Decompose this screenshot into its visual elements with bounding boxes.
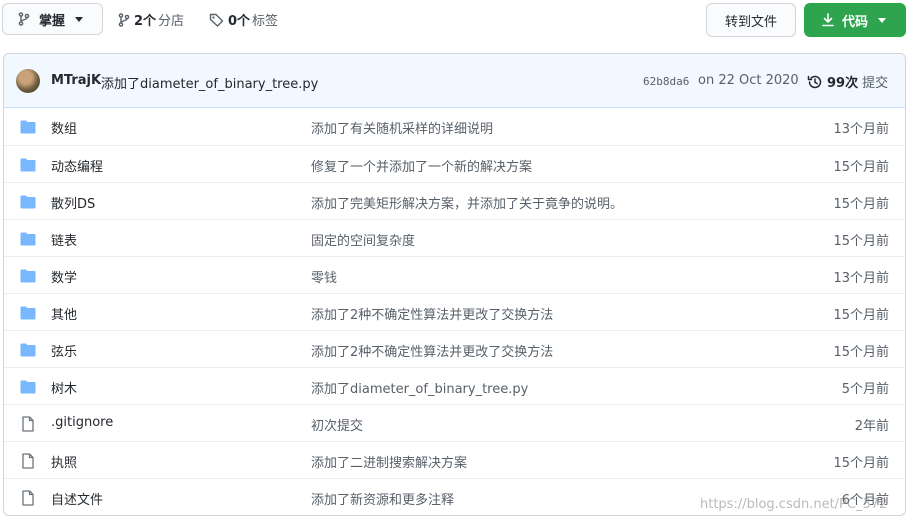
commit-date: on 22 Oct 2020 bbox=[698, 73, 799, 88]
file-commit-message-link[interactable]: 固定的空间复杂度 bbox=[311, 230, 415, 249]
tag-icon bbox=[209, 13, 224, 27]
code-label: 代码 bbox=[842, 14, 869, 30]
go-to-file-button[interactable]: 转到文件 bbox=[706, 3, 796, 37]
file-icon bbox=[20, 490, 36, 510]
file-row[interactable]: 链表 固定的空间复杂度 15个月前 bbox=[4, 219, 905, 256]
file-row[interactable]: 弦乐 添加了2种不确定性算法并更改了交换方法 15个月前 bbox=[4, 330, 905, 367]
file-name-link[interactable]: 自述文件 bbox=[51, 489, 103, 508]
file-name-link[interactable]: 执照 bbox=[51, 452, 77, 471]
branch-icon bbox=[18, 12, 30, 26]
file-name-link[interactable]: 动态编程 bbox=[51, 156, 103, 175]
file-commit-message-link[interactable]: 添加了2种不确定性算法并更改了交换方法 bbox=[311, 341, 553, 360]
chevron-down-icon bbox=[75, 16, 84, 22]
file-row[interactable]: 执照 添加了二进制搜索解决方案 15个月前 bbox=[4, 441, 905, 478]
file-row[interactable]: 数组 添加了有关随机采样的详细说明 13个月前 bbox=[4, 108, 905, 145]
file-name-link[interactable]: 其他 bbox=[51, 304, 77, 323]
file-name-link[interactable]: 数学 bbox=[51, 267, 77, 286]
file-age: 15个月前 bbox=[833, 345, 889, 360]
file-commit-message-link[interactable]: 添加了有关随机采样的详细说明 bbox=[311, 118, 493, 137]
commit-message-link[interactable]: 添加了diameter_of_binary_tree.py bbox=[101, 73, 318, 92]
file-row[interactable]: 动态编程 修复了一个并添加了一个新的解决方案 15个月前 bbox=[4, 145, 905, 182]
file-commit-message-link[interactable]: 添加了diameter_of_binary_tree.py bbox=[311, 378, 528, 397]
folder-icon bbox=[20, 380, 36, 398]
commit-count: 99次 bbox=[827, 76, 859, 91]
file-commit-message-link[interactable]: 初次提交 bbox=[311, 415, 363, 434]
file-name-link[interactable]: 弦乐 bbox=[51, 341, 77, 360]
file-age: 15个月前 bbox=[833, 456, 889, 471]
folder-icon bbox=[20, 120, 36, 138]
folder-icon bbox=[20, 158, 36, 176]
file-commit-message-link[interactable]: 零钱 bbox=[311, 267, 337, 286]
download-icon bbox=[822, 13, 834, 27]
file-row[interactable]: 散列DS 添加了完美矩形解决方案，并添加了关于竟争的说明。 15个月前 bbox=[4, 182, 905, 219]
file-commit-message-link[interactable]: 添加了新资源和更多注释 bbox=[311, 489, 454, 508]
tags-label: 标签 bbox=[252, 14, 279, 29]
history-icon bbox=[807, 75, 822, 88]
branch-name: 掌握 bbox=[39, 13, 66, 29]
file-age: 15个月前 bbox=[833, 197, 889, 212]
file-commit-message-link[interactable]: 添加了2种不确定性算法并更改了交换方法 bbox=[311, 304, 553, 323]
file-row[interactable]: 数学 零钱 13个月前 bbox=[4, 256, 905, 293]
file-age: 13个月前 bbox=[833, 271, 889, 286]
branches-label: 分店 bbox=[158, 14, 185, 29]
folder-icon bbox=[20, 232, 36, 250]
folder-icon bbox=[20, 269, 36, 287]
file-age: 15个月前 bbox=[833, 308, 889, 323]
file-age: 15个月前 bbox=[833, 234, 889, 249]
go-to-file-label: 转到文件 bbox=[724, 14, 777, 30]
file-row[interactable]: 树木 添加了diameter_of_binary_tree.py 5个月前 bbox=[4, 367, 905, 404]
file-name-link[interactable]: 散列DS bbox=[51, 193, 95, 212]
file-commit-message-link[interactable]: 添加了完美矩形解决方案，并添加了关于竟争的说明。 bbox=[311, 193, 623, 212]
latest-commit-bar: MTrajK 添加了diameter_of_binary_tree.py 62b… bbox=[4, 54, 905, 108]
file-commit-message-link[interactable]: 修复了一个并添加了一个新的解决方案 bbox=[311, 156, 532, 175]
file-row[interactable]: 其他 添加了2种不确定性算法并更改了交换方法 15个月前 bbox=[4, 293, 905, 330]
file-age: 13个月前 bbox=[833, 122, 889, 137]
folder-icon bbox=[20, 343, 36, 361]
repo-toolbar: 掌握 2个 分店 0个 标签 转到文件 代码 bbox=[0, 0, 913, 40]
avatar[interactable] bbox=[16, 69, 40, 93]
file-icon bbox=[20, 416, 36, 436]
file-age: 2年前 bbox=[854, 419, 889, 434]
commit-sha-link[interactable]: 62b8da6 bbox=[643, 75, 689, 88]
tags-count: 0个 bbox=[228, 14, 251, 29]
file-commit-message-link[interactable]: 添加了二进制搜索解决方案 bbox=[311, 452, 467, 471]
file-name-link[interactable]: .gitignore bbox=[51, 415, 113, 430]
file-name-link[interactable]: 数组 bbox=[51, 118, 77, 137]
branches-link[interactable]: 2个 分店 bbox=[118, 10, 184, 29]
file-icon bbox=[20, 453, 36, 473]
watermark: https://blog.csdn.net/PC_372 bbox=[700, 497, 888, 512]
commit-author-link[interactable]: MTrajK bbox=[51, 73, 101, 88]
file-age: 15个月前 bbox=[833, 160, 889, 175]
file-browser: MTrajK 添加了diameter_of_binary_tree.py 62b… bbox=[3, 53, 906, 516]
branch-icon bbox=[118, 12, 130, 27]
file-name-link[interactable]: 树木 bbox=[51, 378, 77, 397]
branches-count: 2个 bbox=[134, 14, 157, 29]
commit-history-link[interactable]: 99次 提交 bbox=[807, 72, 888, 91]
folder-icon bbox=[20, 306, 36, 324]
file-list: 数组 添加了有关随机采样的详细说明 13个月前 动态编程 修复了一个并添加了一个新的解决… bbox=[4, 108, 905, 515]
commit-count-label: 提交 bbox=[862, 76, 889, 91]
tags-link[interactable]: 0个 标签 bbox=[209, 10, 278, 29]
file-age: 5个月前 bbox=[841, 382, 889, 397]
file-name-link[interactable]: 链表 bbox=[51, 230, 77, 249]
chevron-down-icon bbox=[878, 17, 887, 23]
folder-icon bbox=[20, 195, 36, 213]
branch-select-button[interactable]: 掌握 bbox=[2, 3, 103, 35]
file-row[interactable]: .gitignore 初次提交 2年前 bbox=[4, 404, 905, 441]
code-button[interactable]: 代码 bbox=[804, 3, 906, 37]
